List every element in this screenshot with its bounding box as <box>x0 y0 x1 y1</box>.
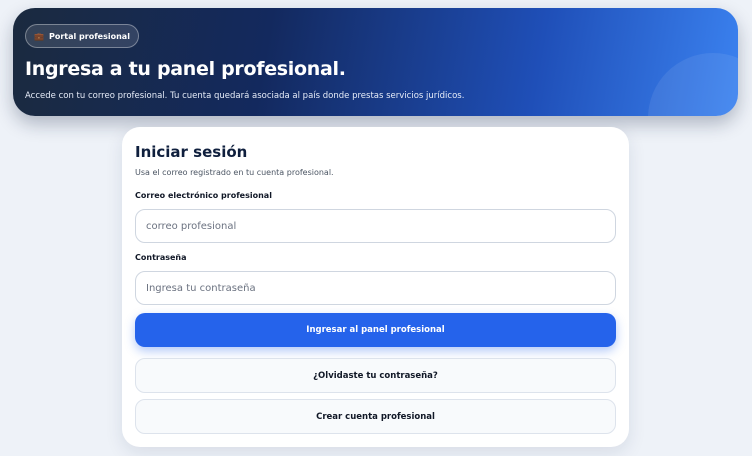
email-field[interactable] <box>135 209 616 243</box>
login-card: Iniciar sesión Usa el correo registrado … <box>122 127 629 447</box>
briefcase-icon: 💼 <box>34 31 44 41</box>
portal-badge-label: Portal profesional <box>48 31 130 41</box>
forgot-password-button[interactable]: ¿Olvidaste tu contraseña? <box>135 358 616 393</box>
create-account-button[interactable]: Crear cuenta profesional <box>135 399 616 434</box>
email-label: Correo electrónico profesional <box>135 191 272 200</box>
decorative-circle <box>648 53 738 116</box>
portal-badge: 💼 Portal profesional <box>25 24 139 48</box>
login-subtitle: Usa el correo registrado en tu cuenta pr… <box>135 168 334 177</box>
password-label: Contraseña <box>135 253 187 262</box>
page-title: Ingresa a tu panel profesional. <box>25 58 346 80</box>
page-subtitle: Accede con tu correo profesional. Tu cue… <box>25 91 465 101</box>
login-submit-button[interactable]: Ingresar al panel profesional <box>135 313 616 347</box>
login-title: Iniciar sesión <box>135 143 248 161</box>
password-field[interactable] <box>135 271 616 305</box>
hero-banner: 💼 Portal profesional Ingresa a tu panel … <box>13 8 738 116</box>
